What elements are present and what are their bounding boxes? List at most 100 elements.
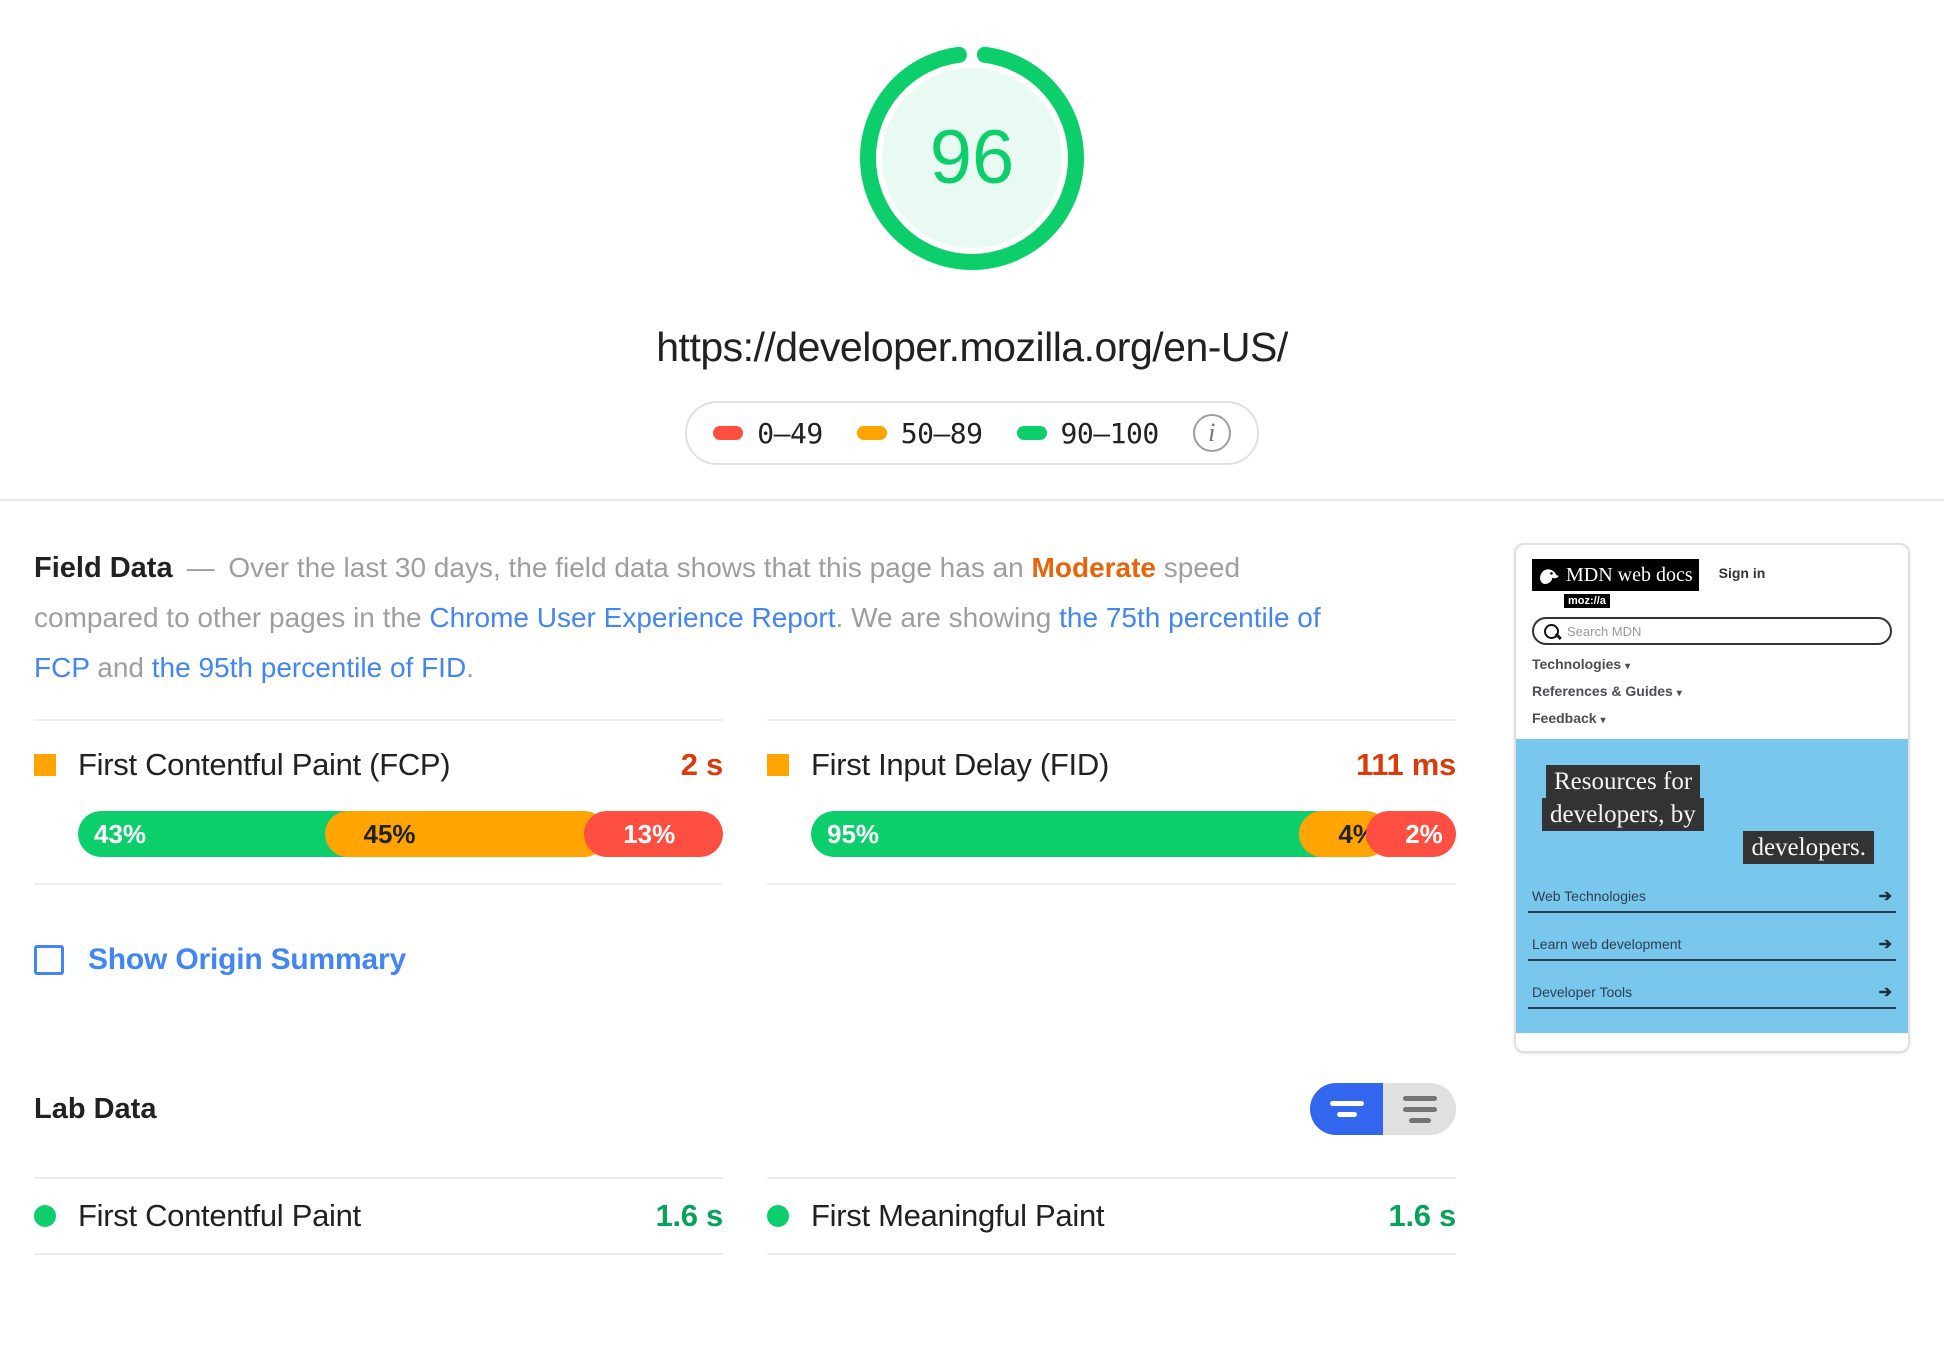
lab-data-view-toggle[interactable] (1310, 1083, 1456, 1135)
field-data-text-4: and (89, 652, 152, 683)
field-metric-fid-header: First Input Delay (FID) 111 ms (767, 743, 1456, 787)
lab-metric-name: First Meaningful Paint (811, 1198, 1105, 1233)
field-data-text-5: . (466, 652, 474, 683)
field-metric-fcp-header: First Contentful Paint (FCP) 2 s (34, 743, 723, 787)
lab-metric-column-right: First Meaningful Paint 1.6 s (767, 1177, 1456, 1255)
lab-metric-column-left: First Contentful Paint 1.6 s (34, 1177, 723, 1255)
mdn-brand: MDN web docs moz://a (1532, 559, 1699, 609)
field-metric-column-fcp: First Contentful Paint (FCP) 2 s 43% 45%… (34, 719, 723, 885)
field-data-rating: Moderate (1031, 552, 1156, 583)
info-icon[interactable]: i (1192, 414, 1231, 452)
field-metrics-grid: First Contentful Paint (FCP) 2 s 43% 45%… (34, 719, 1456, 885)
mozilla-tag: moz://a (1564, 594, 1610, 608)
dist-segment-average: 45% (324, 811, 608, 857)
lab-metric-value: 1.6 s (655, 1198, 724, 1233)
search-placeholder: Search MDN (1567, 623, 1642, 639)
legend-swatch-poor (713, 426, 744, 440)
dist-segment-good: 43% (78, 811, 348, 857)
mdn-hero-headline: Resources for developers, by developers. (1528, 765, 1896, 864)
mdn-link-label: Learn web development (1532, 936, 1682, 952)
metric-marker-square-icon (767, 754, 789, 776)
field-metric-fid-name: First Input Delay (FID) (811, 747, 1109, 782)
hero-line-3: developers. (1743, 831, 1874, 864)
mdn-topbar: MDN web docs moz://a Sign in (1532, 559, 1892, 609)
report-main-column: Field Data — Over the last 30 days, the f… (34, 501, 1456, 1255)
mdn-link-developer-tools[interactable]: Developer Tools ➔ (1528, 982, 1896, 1009)
hero-line-1: Resources for (1546, 765, 1701, 798)
toggle-line-icon (1329, 1101, 1364, 1106)
lab-metric-name: First Contentful Paint (78, 1198, 361, 1233)
lab-data-header: Lab Data (34, 1083, 1456, 1135)
field-data-text-1: Over the last 30 days, the field data sh… (228, 552, 1032, 583)
dist-segment-poor: 13% (584, 811, 723, 857)
lab-metric-value: 1.6 s (1388, 1198, 1457, 1233)
legend-label-good: 90–100 (1060, 416, 1160, 450)
status-dot-icon (767, 1205, 789, 1227)
toggle-detailed-view-button[interactable] (1383, 1083, 1456, 1135)
legend-label-average: 50–89 (900, 416, 983, 450)
mdn-link-web-technologies[interactable]: Web Technologies ➔ (1528, 886, 1896, 913)
lab-metric-first-contentful-paint[interactable]: First Contentful Paint 1.6 s (34, 1177, 723, 1255)
toggle-line-icon (1402, 1095, 1437, 1101)
dist-segment-good: 95% (811, 811, 1323, 857)
field-metric-fid-distribution: 95% 4% 2% (811, 811, 1456, 857)
report-body: Field Data — Over the last 30 days, the f… (0, 501, 1944, 1255)
field-metric-fid-value: 111 ms (1356, 747, 1456, 782)
field-metric-fid: First Input Delay (FID) 111 ms 95% 4% 2% (767, 719, 1456, 885)
field-metric-fcp-distribution: 43% 45% 13% (78, 811, 723, 857)
toggle-line-icon (1402, 1106, 1437, 1112)
performance-gauge: 96 (848, 34, 1096, 282)
fid-percentile-link[interactable]: the 95th percentile of FID (152, 652, 466, 683)
show-origin-summary-checkbox[interactable] (34, 945, 64, 975)
field-metric-fcp: First Contentful Paint (FCP) 2 s 43% 45%… (34, 719, 723, 885)
toggle-line-icon (1408, 1117, 1431, 1123)
show-origin-summary-row[interactable]: Show Origin Summary (34, 943, 1456, 977)
hero-line-2: developers, by (1542, 798, 1704, 831)
chevron-down-icon: ▾ (1676, 688, 1682, 699)
arrow-right-icon: ➔ (1878, 936, 1892, 953)
status-dot-icon (34, 1205, 56, 1227)
chevron-down-icon: ▾ (1600, 715, 1606, 726)
legend-swatch-good (1016, 426, 1047, 440)
mdn-nav-technologies[interactable]: Technologies ▾ (1532, 656, 1892, 672)
legend-label-poor: 0–49 (757, 416, 823, 450)
mdn-search-bar[interactable]: Search MDN (1532, 617, 1892, 645)
legend-item-average: 50–89 (856, 416, 983, 450)
toggle-line-icon (1336, 1112, 1357, 1117)
mdn-nav-label: References & Guides (1532, 683, 1673, 699)
field-data-text-3: . We are showing (835, 602, 1060, 633)
score-value: 96 (929, 115, 1015, 200)
mdn-hero-banner: Resources for developers, by developers.… (1516, 739, 1908, 1033)
mdn-logo: MDN web docs (1532, 559, 1699, 591)
chevron-down-icon: ▾ (1625, 661, 1631, 672)
dist-segment-poor: 2% (1366, 811, 1456, 857)
mdn-link-label: Developer Tools (1532, 984, 1633, 1000)
mdn-hero-links: Web Technologies ➔ Learn web development… (1528, 886, 1896, 1009)
legend-item-good: 90–100 (1016, 416, 1160, 450)
field-data-title: Field Data (34, 552, 173, 584)
page-screenshot-thumbnail: MDN web docs moz://a Sign in Search MDN … (1514, 543, 1910, 1053)
mdn-link-learn-web-development[interactable]: Learn web development ➔ (1528, 934, 1896, 961)
lab-data-title: Lab Data (34, 1092, 157, 1125)
field-metric-column-fid: First Input Delay (FID) 111 ms 95% 4% 2% (767, 719, 1456, 885)
sign-in-link[interactable]: Sign in (1719, 565, 1766, 581)
mdn-nav-references-guides[interactable]: References & Guides ▾ (1532, 683, 1892, 699)
lab-metric-first-meaningful-paint[interactable]: First Meaningful Paint 1.6 s (767, 1177, 1456, 1255)
field-metric-fcp-name: First Contentful Paint (FCP) (78, 747, 451, 782)
field-data-description: Field Data — Over the last 30 days, the f… (34, 543, 1334, 693)
mdn-nav-label: Technologies (1532, 656, 1622, 672)
mdn-wordmark: MDN web docs (1566, 564, 1693, 586)
score-header: 96 https://developer.mozilla.org/en-US/ … (0, 0, 1944, 501)
legend-swatch-average (856, 426, 887, 440)
lab-metrics-grid: First Contentful Paint 1.6 s First Meani… (34, 1177, 1456, 1255)
report-aside-column: MDN web docs moz://a Sign in Search MDN … (1456, 501, 1910, 1255)
show-origin-summary-label[interactable]: Show Origin Summary (88, 943, 406, 977)
toggle-compact-view-button[interactable] (1310, 1083, 1383, 1135)
page-url: https://developer.mozilla.org/en-US/ (656, 324, 1288, 370)
dino-logo-icon (1540, 569, 1559, 584)
metric-marker-square-icon (34, 754, 56, 776)
arrow-right-icon: ➔ (1878, 984, 1892, 1001)
score-legend: 0–49 50–89 90–100 i (685, 401, 1259, 465)
crux-report-link[interactable]: Chrome User Experience Report (429, 602, 835, 633)
mdn-nav-feedback[interactable]: Feedback ▾ (1532, 710, 1892, 726)
